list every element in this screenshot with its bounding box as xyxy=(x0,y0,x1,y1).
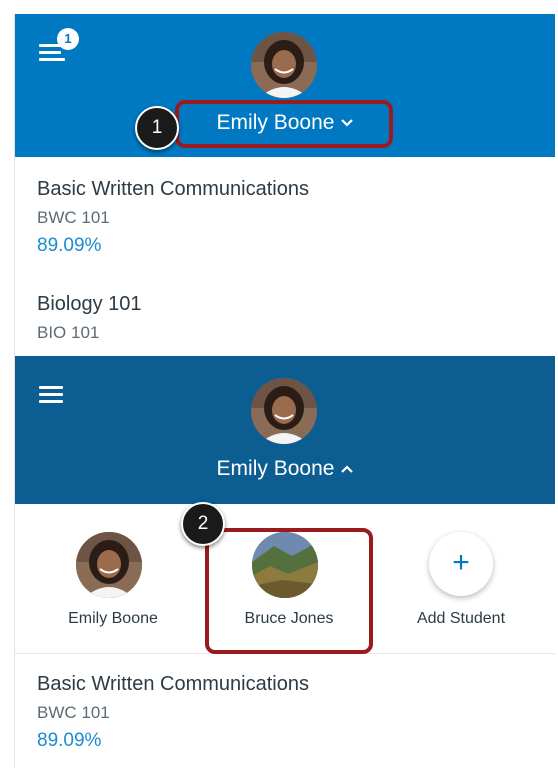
course-item[interactable]: Basic Written Communications BWC 101 89.… xyxy=(37,178,309,257)
course-grade: 89.09% xyxy=(37,730,102,751)
student-photo-emily xyxy=(251,378,317,444)
student-photo-emily xyxy=(251,32,317,98)
add-student-label: Add Student xyxy=(416,610,506,627)
student-option-emily[interactable]: Emily Boone xyxy=(60,504,166,654)
course-code: BWC 101 xyxy=(37,208,110,227)
add-student-button[interactable]: + Add Student xyxy=(406,504,516,654)
course-code: BWC 101 xyxy=(37,703,110,722)
course-item[interactable]: Biology 101 BIO 101 xyxy=(37,293,142,343)
app-screen: 1 Emily Boone 1 Basic Written Communicat… xyxy=(14,14,555,768)
chevron-up-icon xyxy=(341,465,354,473)
avatar[interactable] xyxy=(251,32,317,98)
student-picker: Emily Boone Bruce Jones 2 + Add Student xyxy=(15,502,555,654)
avatar[interactable] xyxy=(251,378,317,444)
student-photo-emily xyxy=(76,532,142,598)
app-header-collapsed: 1 Emily Boone 1 xyxy=(15,14,555,157)
step-marker-1: 1 xyxy=(135,106,179,150)
student-switcher-button[interactable]: Emily Boone xyxy=(165,452,406,486)
course-name: Basic Written Communications xyxy=(37,178,309,200)
course-name: Basic Written Communications xyxy=(37,673,309,695)
course-grade: 89.09% xyxy=(37,235,102,256)
course-item[interactable]: Basic Written Communications BWC 101 89.… xyxy=(37,673,309,752)
student-option-label: Emily Boone xyxy=(68,610,158,627)
step-marker-2: 2 xyxy=(181,502,225,546)
notification-badge: 1 xyxy=(57,28,79,50)
course-name: Biology 101 xyxy=(37,293,142,315)
callout-highlight-1 xyxy=(175,100,393,148)
app-header-expanded: Emily Boone xyxy=(15,356,555,504)
plus-icon: + xyxy=(429,532,493,596)
menu-button[interactable] xyxy=(39,386,69,410)
avatar xyxy=(76,532,142,598)
callout-highlight-2 xyxy=(205,528,373,654)
student-name: Emily Boone xyxy=(216,457,335,480)
hamburger-menu-icon xyxy=(39,386,63,389)
course-code: BIO 101 xyxy=(37,323,100,342)
